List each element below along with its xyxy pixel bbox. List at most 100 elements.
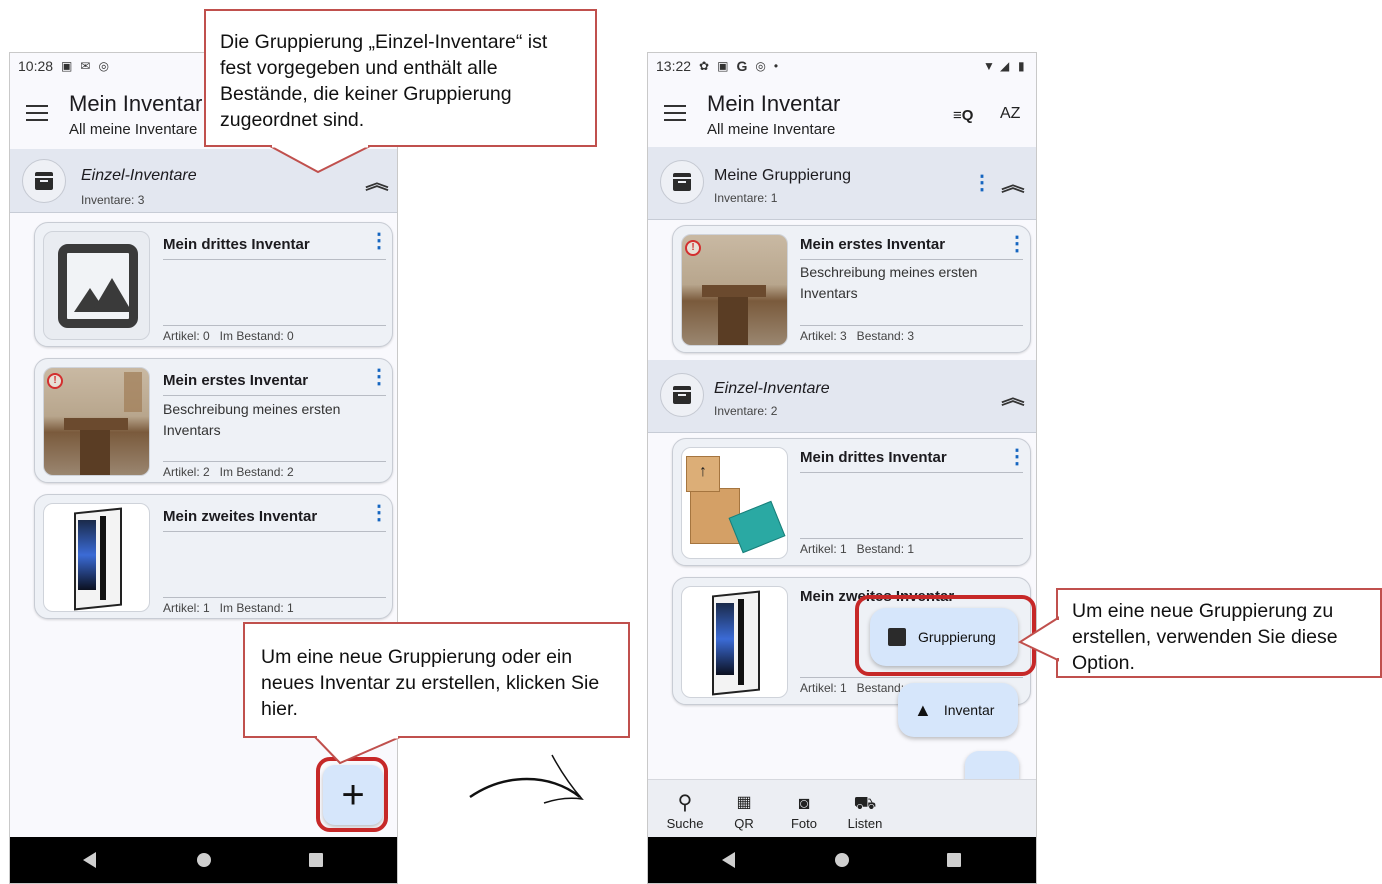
inventory-card[interactable]: Mein drittes Inventar ⋮ Artikel: 0 Im Be… xyxy=(34,222,393,347)
more-options-icon[interactable]: ⋮ xyxy=(369,503,389,523)
archive-icon xyxy=(22,159,66,203)
camera-icon: ◙ xyxy=(798,793,810,813)
system-nav-bar xyxy=(648,837,1036,883)
divider xyxy=(800,325,1023,326)
app-subtitle: All meine Inventare xyxy=(707,121,836,138)
more-options-icon[interactable]: ⋮ xyxy=(369,231,389,251)
group-name: Einzel-Inventare xyxy=(714,380,830,397)
divider xyxy=(163,531,386,532)
divider xyxy=(163,597,386,598)
notification-icon: ▣ xyxy=(61,59,73,73)
cart-icon: ⛟ xyxy=(853,793,877,813)
more-options-icon[interactable]: ⋮ xyxy=(1007,447,1027,467)
inventory-description: Inventars xyxy=(163,422,221,438)
callout-right: Um eine neue Gruppierung zu erstellen, v… xyxy=(1056,588,1382,678)
inventory-meta: Artikel: 0 Im Bestand: 0 xyxy=(163,329,294,343)
group-count: Inventare: 3 xyxy=(81,193,145,207)
sync-icon: ◎ xyxy=(98,59,109,73)
archive-icon xyxy=(660,373,704,417)
inventory-card[interactable]: Mein zweites Inventar ⋮ Artikel: 1 Im Be… xyxy=(34,494,393,619)
divider xyxy=(800,472,1023,473)
nav-label: Listen xyxy=(847,816,883,831)
inventory-card[interactable]: ! Mein erstes Inventar ⋮ Beschreibung me… xyxy=(672,225,1031,353)
callout-top-pointer xyxy=(269,145,371,174)
home-nav-icon[interactable] xyxy=(197,853,211,867)
nav-photo-button[interactable]: ◙ Foto xyxy=(779,790,829,831)
app-title: Mein Inventar xyxy=(707,91,841,116)
back-nav-icon[interactable] xyxy=(83,852,96,868)
divider xyxy=(163,259,386,260)
nav-label: QR xyxy=(734,816,754,831)
inventory-description: Beschreibung meines ersten xyxy=(800,264,978,280)
divider xyxy=(163,461,386,462)
recents-nav-icon[interactable] xyxy=(947,853,961,867)
qr-icon: ▦ xyxy=(736,794,752,811)
fab-highlight xyxy=(316,757,388,832)
callout-bottom-text: Um eine neue Gruppierung oder ein neues … xyxy=(261,646,600,720)
nav-lists-button[interactable]: ⛟ Listen xyxy=(840,790,890,831)
callout-bottom: Um eine neue Gruppierung oder ein neues … xyxy=(243,622,630,738)
inventory-description: Beschreibung meines ersten xyxy=(163,401,341,417)
group-count: Inventare: 1 xyxy=(714,191,778,205)
inventory-meta: Artikel: 3 Bestand: 3 xyxy=(800,329,915,343)
nav-search-button[interactable]: ⚲ Suche xyxy=(660,790,710,831)
pc-case-photo-image xyxy=(43,503,150,612)
search-icon: ⚲ xyxy=(677,792,693,814)
inventory-name: Mein erstes Inventar xyxy=(163,372,309,389)
menu-icon[interactable] xyxy=(26,105,48,121)
collapse-chevron-icon[interactable]: ︽ xyxy=(1001,384,1024,410)
callout-top-text: Die Gruppierung „Einzel-Inventare“ ist f… xyxy=(220,31,548,131)
home-nav-icon[interactable] xyxy=(835,853,849,867)
google-icon: G xyxy=(736,58,748,74)
warning-icon: ! xyxy=(47,373,63,389)
divider xyxy=(800,259,1023,260)
more-options-icon[interactable]: ⋮ xyxy=(369,367,389,387)
warning-icon: ! xyxy=(685,240,701,256)
shapes-icon: ▲ xyxy=(914,700,932,720)
group-name: Meine Gruppierung xyxy=(714,167,851,184)
signal-icon: ◢ xyxy=(1000,59,1010,73)
inventory-name: Mein zweites Inventar xyxy=(163,508,318,525)
status-time: 13:22 xyxy=(656,58,692,74)
inventory-card[interactable]: ↑ Mein drittes Inventar ⋮ Artikel: 1 Bes… xyxy=(672,438,1031,566)
app-subtitle: All meine Inventare xyxy=(69,121,198,138)
menu-icon[interactable] xyxy=(664,105,686,121)
inventory-card[interactable]: ! Mein erstes Inventar ⋮ Beschreibung me… xyxy=(34,358,393,483)
callout-right-pointer xyxy=(1018,616,1060,662)
collapse-chevron-icon[interactable]: ︽ xyxy=(1001,171,1024,197)
transition-arrow-icon xyxy=(469,754,584,804)
battery-icon: ▮ xyxy=(1018,59,1025,73)
sync-icon: ◎ xyxy=(755,59,766,73)
inventory-meta: Artikel: 1 Bestand: 1 xyxy=(800,681,915,695)
back-nav-icon[interactable] xyxy=(722,852,735,868)
filter-search-icon[interactable]: ≡Q xyxy=(953,107,973,124)
nav-qr-button[interactable]: ▦ QR xyxy=(719,790,769,831)
inventory-boxes-image: ↑ xyxy=(681,447,788,559)
wifi-icon: ▼ xyxy=(983,59,995,73)
recents-nav-icon[interactable] xyxy=(309,853,323,867)
new-inventory-fab-button[interactable]: ▲ Inventar xyxy=(898,683,1018,737)
callout-bottom-pointer xyxy=(312,736,401,765)
group-header-meine-gruppierung[interactable]: Meine Gruppierung Inventare: 1 ⋮ ︽ xyxy=(648,147,1036,220)
group-name: Einzel-Inventare xyxy=(81,167,197,184)
placeholder-image-icon xyxy=(43,231,150,340)
inventory-name: Mein drittes Inventar xyxy=(163,236,310,253)
status-time: 10:28 xyxy=(18,58,54,74)
more-options-icon[interactable]: ⋮ xyxy=(972,173,992,193)
dot-icon: • xyxy=(773,59,779,73)
callout-top: Die Gruppierung „Einzel-Inventare“ ist f… xyxy=(204,9,597,147)
sort-az-icon[interactable]: AZ xyxy=(1000,105,1020,123)
nav-label: Suche xyxy=(666,816,704,831)
app-title: Mein Inventar xyxy=(69,91,203,116)
group-count: Inventare: 2 xyxy=(714,404,778,418)
nav-label: Foto xyxy=(790,816,817,831)
system-nav-bar xyxy=(10,837,397,883)
divider xyxy=(163,325,386,326)
inventory-name: Mein drittes Inventar xyxy=(800,449,947,466)
more-options-icon[interactable]: ⋮ xyxy=(1007,234,1027,254)
status-bar: 13:22 ✿ ▣ G ◎ • ▼ ◢ ▮ xyxy=(648,53,1036,79)
group-fab-highlight xyxy=(855,595,1036,676)
group-header-einzel-inventare[interactable]: Einzel-Inventare Inventare: 2 ︽ xyxy=(648,360,1036,433)
inventory-description: Inventars xyxy=(800,285,858,301)
bottom-navigation: ⚲ Suche ▦ QR ◙ Foto ⛟ Listen xyxy=(648,779,1036,837)
